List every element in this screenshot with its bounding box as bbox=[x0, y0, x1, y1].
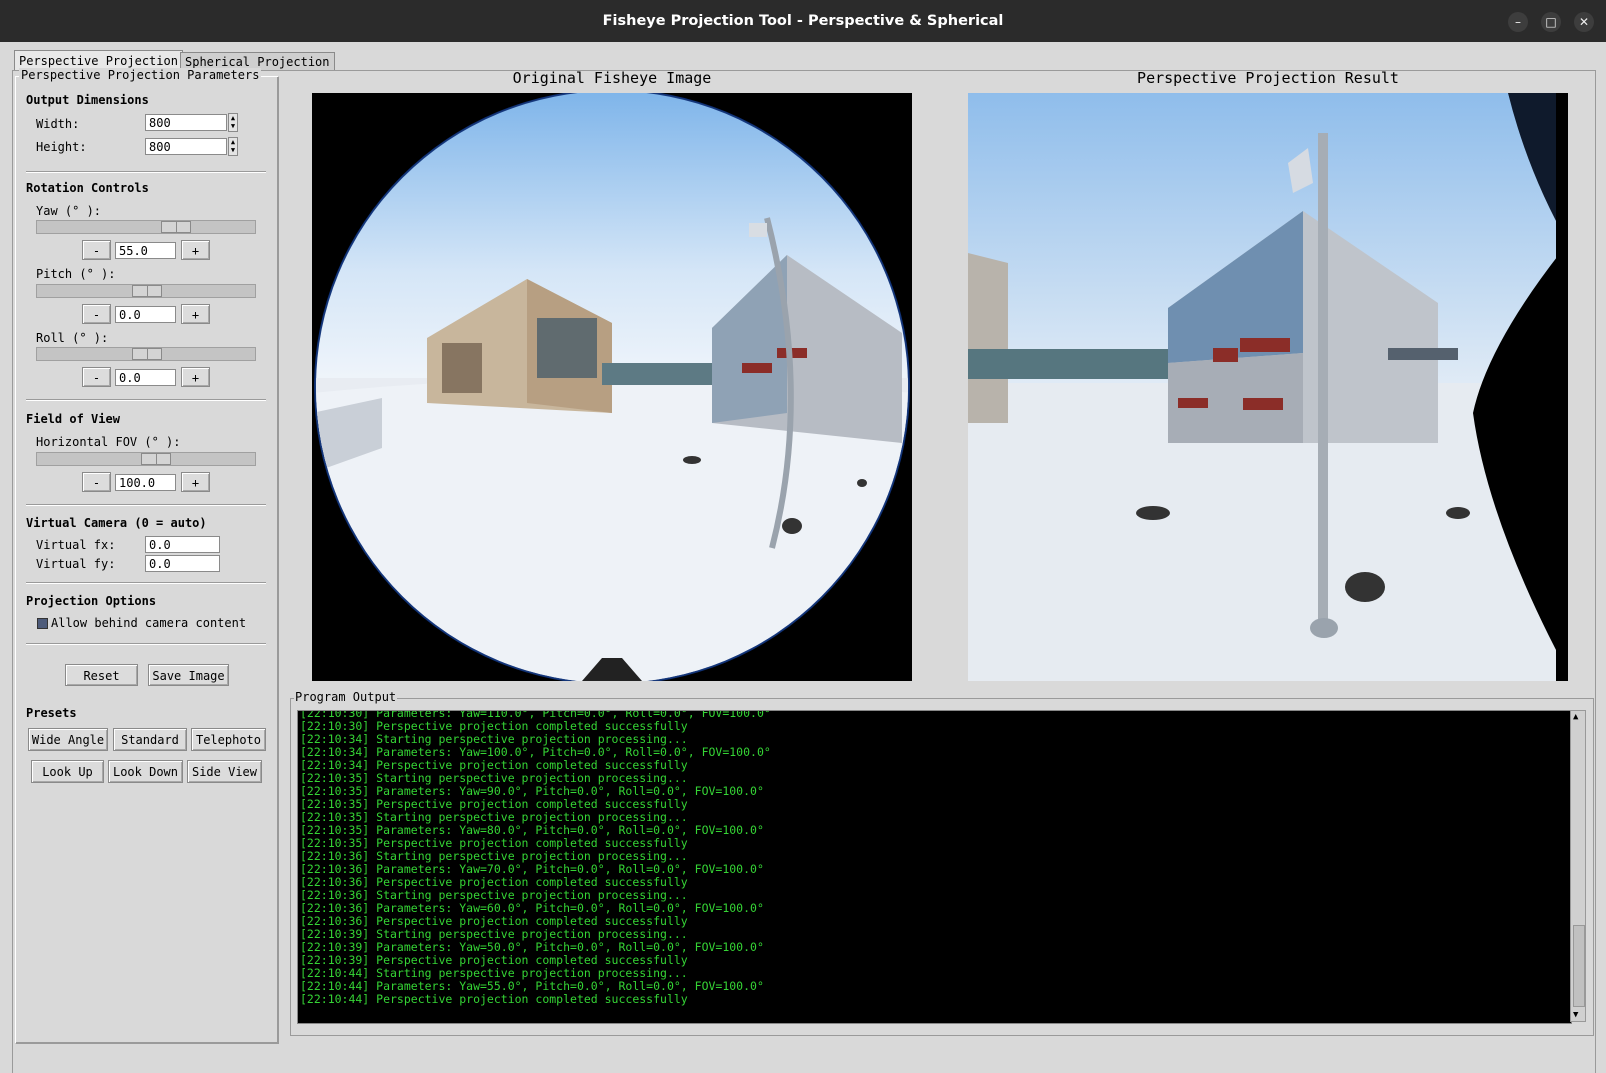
reset-button[interactable]: Reset bbox=[65, 664, 138, 686]
yaw-decrement-button[interactable]: - bbox=[82, 240, 111, 260]
height-spin-arrows-icon[interactable]: ▲ ▼ bbox=[228, 137, 238, 156]
preset-standard-button[interactable]: Standard bbox=[113, 728, 187, 751]
projection-options-heading: Projection Options bbox=[26, 594, 157, 608]
yaw-increment-button[interactable]: + bbox=[181, 240, 210, 260]
preset-look-down-button[interactable]: Look Down bbox=[108, 760, 183, 783]
pitch-slider-thumb[interactable] bbox=[132, 285, 162, 297]
allow-behind-checkbox[interactable] bbox=[37, 618, 48, 629]
pitch-increment-button[interactable]: + bbox=[181, 304, 210, 324]
yaw-slider-thumb[interactable] bbox=[161, 221, 191, 233]
minimize-icon[interactable]: – bbox=[1508, 12, 1528, 32]
yaw-label: Yaw (° ): bbox=[36, 204, 102, 218]
pitch-label: Pitch (° ): bbox=[36, 267, 116, 281]
preset-telephoto-button[interactable]: Telephoto bbox=[191, 728, 266, 751]
yaw-slider[interactable] bbox=[36, 220, 256, 234]
title-bar: Fisheye Projection Tool - Perspective & … bbox=[0, 0, 1606, 42]
result-image-title: Perspective Projection Result bbox=[1137, 69, 1399, 87]
original-image-title: Original Fisheye Image bbox=[512, 69, 712, 87]
virtual-fy-label: Virtual fy: bbox=[36, 557, 116, 571]
height-label: Height: bbox=[36, 140, 87, 154]
pitch-decrement-button[interactable]: - bbox=[82, 304, 111, 324]
original-fisheye-image bbox=[312, 93, 912, 681]
virtual-camera-heading: Virtual Camera (0 = auto) bbox=[26, 516, 207, 530]
preset-side-view-button[interactable]: Side View bbox=[187, 760, 262, 783]
program-output-legend: Program Output bbox=[294, 690, 398, 704]
separator bbox=[26, 171, 266, 173]
virtual-fy-entry[interactable]: 0.0 bbox=[145, 555, 220, 572]
allow-behind-label[interactable]: Allow behind camera content bbox=[51, 616, 246, 630]
separator bbox=[26, 582, 266, 584]
hfov-increment-button[interactable]: + bbox=[181, 472, 210, 492]
scroll-down-icon[interactable]: ▼ bbox=[1573, 1010, 1578, 1020]
hfov-slider[interactable] bbox=[36, 452, 256, 466]
width-spin-arrows-icon[interactable]: ▲ ▼ bbox=[228, 113, 238, 132]
parameters-legend: Perspective Projection Parameters bbox=[19, 68, 262, 82]
preset-wide-angle-button[interactable]: Wide Angle bbox=[28, 728, 108, 751]
scroll-thumb[interactable] bbox=[1573, 925, 1585, 1007]
pitch-entry[interactable]: 0.0 bbox=[115, 306, 176, 323]
roll-entry[interactable]: 0.0 bbox=[115, 369, 176, 386]
hfov-decrement-button[interactable]: - bbox=[82, 472, 111, 492]
perspective-result-image bbox=[968, 93, 1568, 681]
roll-slider-thumb[interactable] bbox=[132, 348, 162, 360]
console-scrollbar[interactable]: ▲ ▼ bbox=[1570, 710, 1586, 1022]
field-of-view-heading: Field of View bbox=[26, 412, 120, 426]
hfov-label: Horizontal FOV (° ): bbox=[36, 435, 181, 449]
yaw-entry[interactable]: 55.0 bbox=[115, 242, 176, 259]
output-dimensions-heading: Output Dimensions bbox=[26, 93, 149, 107]
pitch-slider[interactable] bbox=[36, 284, 256, 298]
width-spinbox[interactable]: 800 bbox=[145, 114, 227, 131]
height-spinbox[interactable]: 800 bbox=[145, 138, 227, 155]
program-output-console[interactable]: [22:10:30] Parameters: Yaw=110.0°, Pitch… bbox=[297, 710, 1572, 1024]
scroll-up-icon[interactable]: ▲ bbox=[1573, 712, 1578, 722]
virtual-fx-label: Virtual fx: bbox=[36, 538, 116, 552]
separator bbox=[26, 504, 266, 506]
result-drawing bbox=[968, 93, 1568, 681]
hfov-entry[interactable]: 100.0 bbox=[115, 474, 176, 491]
virtual-fx-entry[interactable]: 0.0 bbox=[145, 536, 220, 553]
roll-slider[interactable] bbox=[36, 347, 256, 361]
maximize-icon[interactable]: □ bbox=[1541, 12, 1561, 32]
fisheye-drawing bbox=[312, 93, 912, 681]
presets-heading: Presets bbox=[26, 706, 77, 720]
roll-increment-button[interactable]: + bbox=[181, 367, 210, 387]
hfov-slider-thumb[interactable] bbox=[141, 453, 171, 465]
roll-label: Roll (° ): bbox=[36, 331, 109, 345]
separator bbox=[26, 399, 266, 401]
save-image-button[interactable]: Save Image bbox=[148, 664, 229, 686]
app-body: Perspective Projection Spherical Project… bbox=[0, 42, 1606, 1073]
width-label: Width: bbox=[36, 117, 80, 131]
close-icon[interactable]: ✕ bbox=[1574, 12, 1594, 32]
window-title: Fisheye Projection Tool - Perspective & … bbox=[602, 13, 1004, 29]
rotation-controls-heading: Rotation Controls bbox=[26, 181, 149, 195]
preset-look-up-button[interactable]: Look Up bbox=[31, 760, 104, 783]
console-line: [22:10:44] Perspective projection comple… bbox=[300, 992, 688, 1006]
roll-decrement-button[interactable]: - bbox=[82, 367, 111, 387]
separator bbox=[26, 643, 266, 645]
